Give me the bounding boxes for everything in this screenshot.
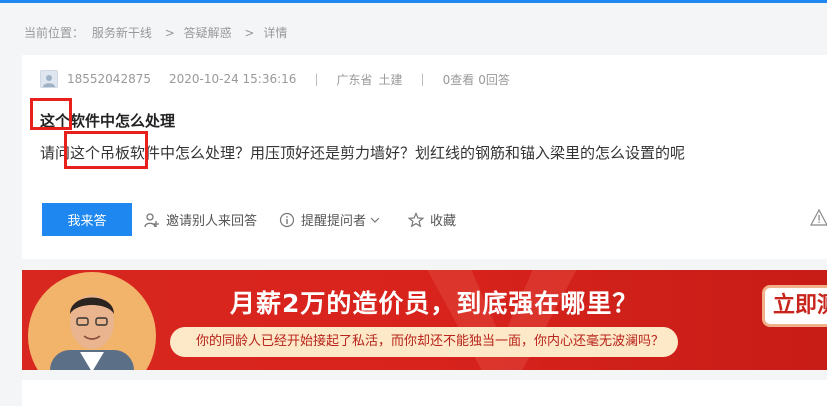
question-category: 土建 (378, 72, 403, 87)
banner-headline: 月薪2万的造价员，到底强在哪里？ (230, 289, 639, 318)
question-time: 2020-10-24 15:36:16 (168, 72, 297, 86)
question-meta: 18552042875 2020-10-24 15:36:16 | 广东省 土建… (40, 70, 510, 88)
question-actions: 我来答 邀请别人来回答 提醒提问者 收藏 (42, 203, 478, 236)
banner-cta-button[interactable]: 立即测 (762, 285, 827, 327)
question-card: 18552042875 2020-10-24 15:36:16 | 广东省 土建… (22, 55, 827, 259)
info-icon (279, 212, 295, 227)
view-count: 0查看 (442, 72, 475, 87)
meta-divider: | (420, 72, 425, 86)
invite-label: 邀请别人来回答 (166, 214, 258, 229)
breadcrumb-separator: > (164, 26, 175, 40)
breadcrumb-item-detail: 详情 (263, 26, 288, 40)
breadcrumb-item-qa[interactable]: 答疑解惑 (184, 26, 232, 40)
remind-asker-dropdown[interactable]: 提醒提问者 (279, 210, 386, 229)
report-warning-icon[interactable] (810, 209, 827, 227)
question-author[interactable]: 18552042875 (67, 72, 151, 86)
answer-button[interactable]: 我来答 (42, 203, 132, 236)
ad-banner[interactable]: 月薪2万的造价员，到底强在哪里？ 你的同龄人已经开始接起了私活，而你却还不能独当… (22, 270, 827, 370)
breadcrumb-separator: > (244, 26, 255, 40)
avatar[interactable] (40, 70, 58, 88)
invite-answer-button[interactable]: 邀请别人来回答 (144, 210, 257, 229)
favorite-button[interactable]: 收藏 (408, 210, 456, 229)
top-accent-bar (0, 0, 827, 3)
favorite-label: 收藏 (430, 214, 457, 229)
user-icon (43, 75, 55, 87)
meta-divider: | (314, 72, 319, 86)
add-user-icon (144, 212, 159, 227)
chevron-down-icon (370, 217, 380, 223)
question-province: 广东省 (336, 72, 373, 87)
breadcrumb-prefix: 当前位置： (24, 26, 85, 40)
star-icon (408, 211, 425, 227)
answers-section (22, 380, 827, 406)
highlight-box (30, 98, 72, 130)
breadcrumb-item-service[interactable]: 服务新干线 (92, 26, 152, 40)
highlight-box (64, 131, 148, 169)
banner-portrait-image (28, 272, 156, 370)
banner-subline: 你的同龄人已经开始接起了私活，而你却还不能独当一面，你内心还毫无波澜吗？ (170, 327, 679, 357)
remind-label: 提醒提问者 (301, 214, 367, 229)
answer-count: 0回答 (478, 72, 510, 87)
breadcrumb: 当前位置： 服务新干线 > 答疑解惑 > 详情 (24, 24, 291, 41)
